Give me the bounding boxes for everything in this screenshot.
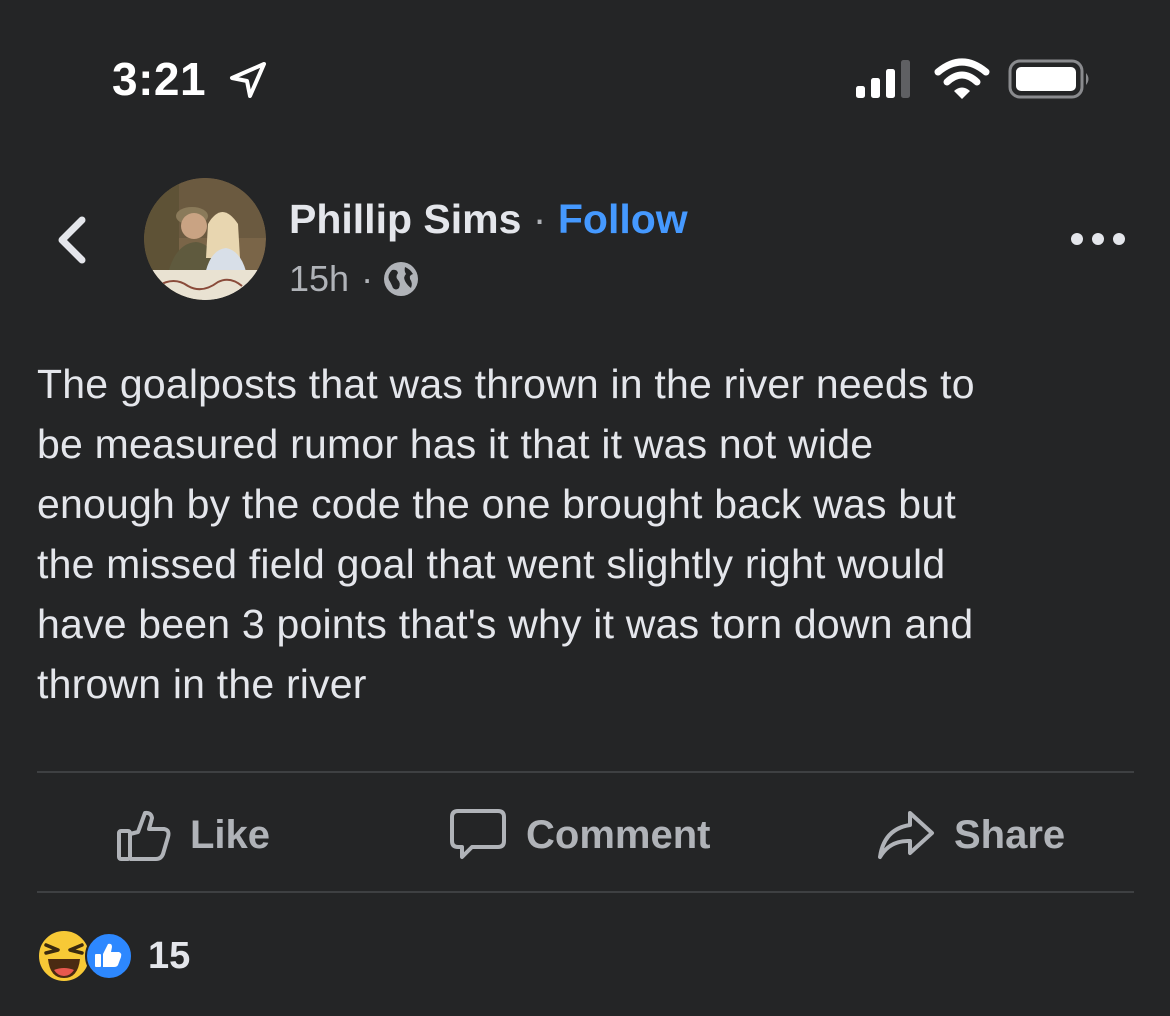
comment-label: Comment (526, 812, 711, 857)
post-text-line: The goalposts that was thrown in the riv… (37, 361, 975, 407)
cellular-signal-icon (856, 60, 910, 98)
author-separator: · (532, 196, 547, 242)
post-body: The goalposts that was thrown in the riv… (37, 354, 1127, 714)
location-arrow-icon (230, 62, 266, 98)
post-meta: 15h · (289, 258, 419, 300)
like-button[interactable]: Like (116, 800, 270, 870)
back-button[interactable] (44, 208, 100, 272)
post-author-line: Phillip Sims · Follow (289, 196, 688, 243)
thumbs-up-icon (117, 810, 171, 861)
reaction-count: 15 (148, 934, 191, 977)
status-time: 3:21 (112, 53, 207, 105)
post-timestamp[interactable]: 15h (289, 258, 349, 300)
share-arrow-icon (878, 811, 934, 859)
wifi-icon (934, 58, 990, 99)
post-text-line: thrown in the river (37, 661, 367, 707)
comment-icon (450, 809, 506, 859)
divider (37, 891, 1134, 893)
share-button[interactable]: Share (876, 800, 1065, 870)
post-text-line: have been 3 points that's why it was tor… (37, 601, 974, 647)
comment-button[interactable]: Comment (448, 800, 710, 870)
post-text-line: enough by the code the one brought back … (37, 481, 956, 527)
follow-button[interactable]: Follow (558, 196, 688, 242)
globe-icon (384, 262, 419, 296)
avatar[interactable] (144, 178, 266, 300)
like-label: Like (190, 812, 271, 857)
meta-separator: · (361, 258, 374, 299)
reactions-summary[interactable]: 15 (36, 928, 190, 984)
more-options-button[interactable] (1068, 222, 1128, 256)
divider (37, 771, 1134, 773)
share-label: Share (954, 812, 1066, 857)
post-text-line: be measured rumor has it that it was not… (37, 421, 874, 467)
like-reaction-icon (85, 932, 133, 980)
post-text-line: the missed field goal that went slightly… (37, 541, 946, 587)
author-name[interactable]: Phillip Sims (289, 196, 521, 242)
battery-icon (1008, 59, 1089, 99)
